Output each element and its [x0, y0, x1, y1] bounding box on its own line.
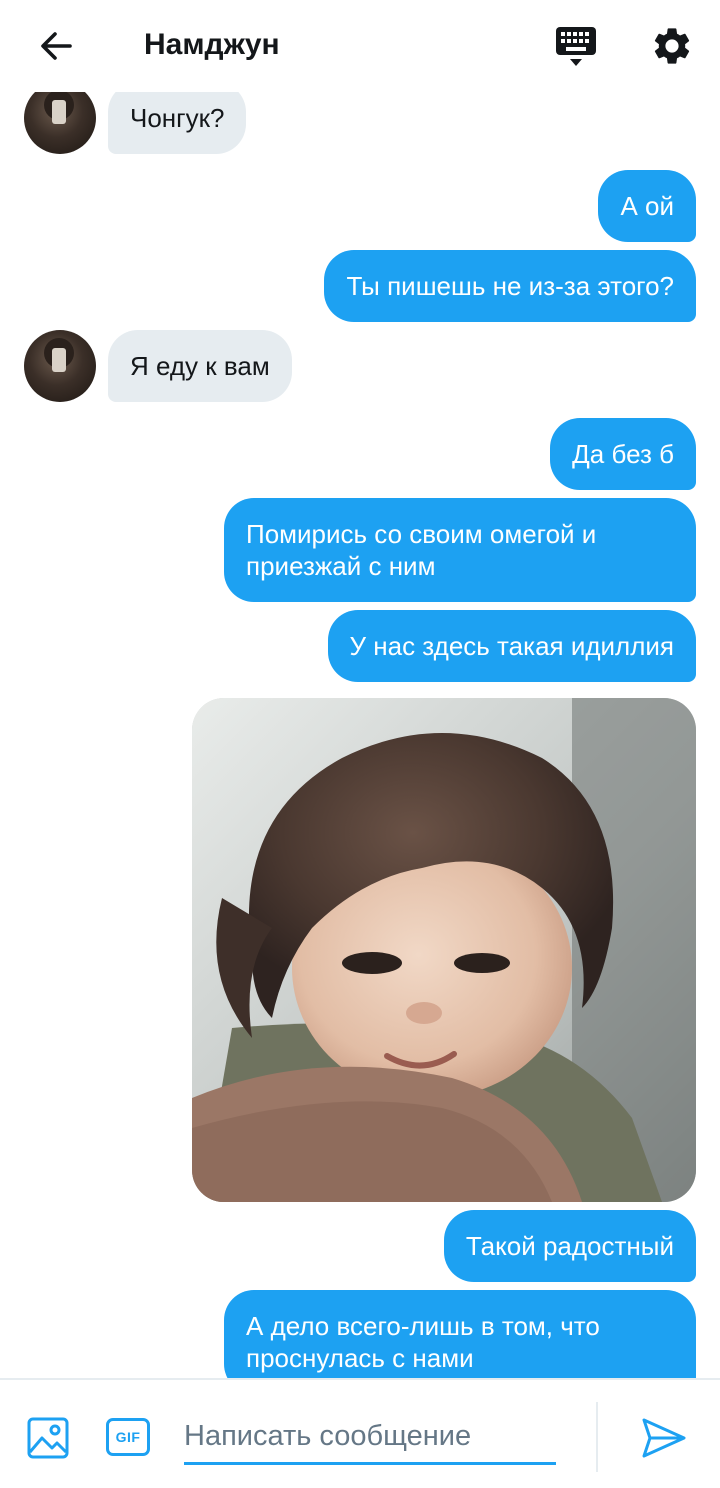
send-button[interactable] — [640, 1416, 688, 1460]
message-bubble-outgoing[interactable]: Помирись со своим омегой и приезжай с ни… — [224, 498, 696, 602]
message-bubble-outgoing[interactable]: У нас здесь такая идиллия — [327, 610, 696, 682]
message-bubble-outgoing[interactable]: Такой радостный — [443, 1210, 696, 1282]
message-image[interactable] — [192, 698, 696, 1202]
gear-icon — [654, 28, 690, 64]
composer-divider — [596, 1402, 598, 1472]
message-bubble-incoming[interactable]: Чонгук? — [108, 92, 247, 154]
keyboard-icon — [556, 27, 596, 66]
add-image-button[interactable] — [26, 1416, 70, 1460]
message-input[interactable] — [184, 1410, 556, 1465]
send-icon — [642, 1418, 686, 1458]
arrow-left-icon — [41, 32, 72, 60]
message-bubble-incoming[interactable]: Я еду к вам — [108, 330, 292, 402]
back-button[interactable] — [32, 24, 80, 68]
message-bubble-outgoing[interactable]: Да без б — [550, 418, 696, 490]
message-composer: GIF — [0, 1378, 720, 1488]
avatar[interactable] — [24, 92, 96, 154]
chat-header: Намджун — [0, 0, 720, 92]
keyboard-button[interactable] — [552, 22, 600, 70]
image-icon — [27, 1417, 69, 1459]
child-photo-image — [192, 698, 696, 1202]
message-bubble-outgoing[interactable]: Ты пишешь не из-за этого? — [324, 250, 696, 322]
message-bubble-outgoing[interactable]: А дело всего-лишь в том, что проснулась … — [224, 1290, 696, 1378]
gif-icon: GIF — [115, 1429, 141, 1445]
settings-button[interactable] — [646, 20, 698, 72]
message-bubble-outgoing[interactable]: А ой — [598, 170, 696, 242]
message-list[interactable]: Чонгук? А ой Ты пишешь не из-за этого? Я… — [0, 92, 720, 1378]
avatar[interactable] — [24, 330, 96, 402]
conversation-title: Намджун — [144, 28, 280, 61]
add-gif-button[interactable]: GIF — [106, 1418, 150, 1456]
